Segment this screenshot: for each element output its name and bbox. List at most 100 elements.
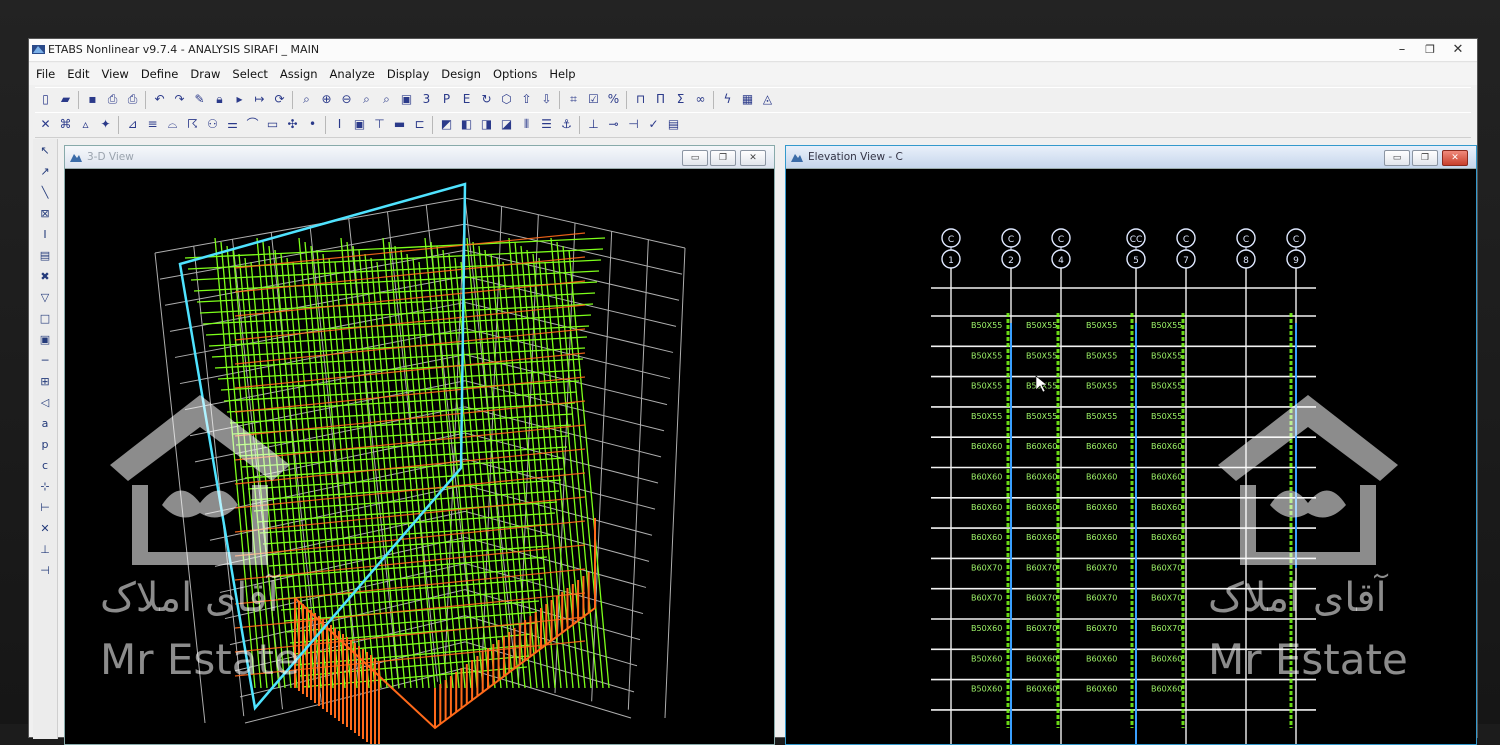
draw-line-icon[interactable]: ╲ <box>36 184 54 202</box>
snap-perpendicular-icon[interactable]: ⊥ <box>36 541 54 559</box>
draw-brace-icon[interactable]: ⊠ <box>36 205 54 223</box>
snap-icon[interactable]: ▵ <box>77 116 94 133</box>
draw-beam-icon[interactable]: ▤ <box>36 247 54 265</box>
percent-icon[interactable]: % <box>605 91 622 108</box>
composite-design-icon[interactable]: ◨ <box>478 116 495 133</box>
slab-icon[interactable]: ☰ <box>538 116 555 133</box>
section-cut-icon[interactable]: ▭ <box>264 116 281 133</box>
save-icon[interactable]: ▪ <box>84 91 101 108</box>
report-icon[interactable]: ▤ <box>665 116 682 133</box>
spandrel-icon[interactable]: Σ <box>672 91 689 108</box>
mesh-icon[interactable]: ⚓ <box>558 116 575 133</box>
lightning-icon[interactable]: ϟ <box>719 91 736 108</box>
zoom-in-icon[interactable]: ⊕ <box>318 91 335 108</box>
joist-design-icon[interactable]: ◪ <box>498 116 515 133</box>
pencil-icon[interactable]: ✎ <box>191 91 208 108</box>
zoom-previous-icon[interactable]: ⌕ <box>358 91 375 108</box>
view-3d-icon[interactable]: 3 <box>418 91 435 108</box>
beam-icon[interactable]: I <box>331 116 348 133</box>
point-icon[interactable]: • <box>304 116 321 133</box>
menu-help[interactable]: Help <box>542 63 580 81</box>
panel-3d-minimize-icon[interactable]: ▭ <box>682 150 708 166</box>
menu-analyze[interactable]: Analyze <box>323 63 380 81</box>
dimension-icon[interactable]: ⊥ <box>585 116 602 133</box>
steel-design-icon[interactable]: ◩ <box>438 116 455 133</box>
minimize-icon[interactable]: – <box>1387 42 1417 58</box>
panel-3d-close-icon[interactable]: ✕ <box>740 150 766 166</box>
select-all-icon[interactable]: a <box>36 415 54 433</box>
menu-display[interactable]: Display <box>380 63 434 81</box>
draw-area-icon[interactable]: ▽ <box>36 289 54 307</box>
concrete-design-icon[interactable]: ◧ <box>458 116 475 133</box>
close-icon[interactable]: ✕ <box>1443 42 1473 58</box>
new-file-icon[interactable]: ▯ <box>37 91 54 108</box>
undo-icon[interactable]: ↶ <box>151 91 168 108</box>
snap-points-icon[interactable]: ⊹ <box>36 478 54 496</box>
contour-icon[interactable]: ⌒ <box>244 116 261 133</box>
measure-icon[interactable]: ⊸ <box>605 116 622 133</box>
model-3d-canvas[interactable] <box>65 168 774 744</box>
move-down-icon[interactable]: ⇩ <box>538 91 555 108</box>
shear-wall-icon[interactable]: ⦀ <box>518 116 535 133</box>
mode-shape-icon[interactable]: ☈ <box>184 116 201 133</box>
run-analysis-icon[interactable]: ▸ <box>231 91 248 108</box>
menu-define[interactable]: Define <box>134 63 184 81</box>
brace-icon[interactable]: ⊤ <box>371 116 388 133</box>
draw-horizontal-icon[interactable]: ─ <box>36 352 54 370</box>
panel-3d-title-bar[interactable]: 3-D View ▭ ❐ ✕ <box>65 146 774 169</box>
print-preview-icon[interactable]: ⎙ <box>124 91 141 108</box>
open-file-icon[interactable]: ▰ <box>57 91 74 108</box>
draw-cross-icon[interactable]: ✖ <box>36 268 54 286</box>
draw-grid-icon[interactable]: ⊞ <box>36 373 54 391</box>
panel-elevation-close-icon[interactable]: ✕ <box>1442 150 1468 166</box>
title-bar[interactable]: ETABS Nonlinear v9.7.4 - ANALYSIS SIRAFI… <box>29 39 1477 62</box>
wall-icon[interactable]: ▬ <box>391 116 408 133</box>
perspective-icon[interactable]: ⬡ <box>498 91 515 108</box>
cross-section-icon[interactable]: ✕ <box>37 116 54 133</box>
reshape-icon[interactable]: ↗ <box>36 163 54 181</box>
deformed-shape-icon[interactable]: ⊿ <box>124 116 141 133</box>
label-icon[interactable]: ⊣ <box>625 116 642 133</box>
joint-icon[interactable]: ✣ <box>284 116 301 133</box>
elevation-drawing[interactable]: C 1 C 2 C 4 CC 5 C 7 C 8 C 9 B50X55 B50X55 B50X55 B50X55 B… <box>786 168 1476 744</box>
check-icon[interactable]: ✓ <box>645 116 662 133</box>
pier-icon[interactable]: Π <box>652 91 669 108</box>
zoom-all-icon[interactable]: ⌕ <box>378 91 395 108</box>
select-previous-icon[interactable]: p <box>36 436 54 454</box>
view-plan-icon[interactable]: P <box>438 91 455 108</box>
snap-options-icon[interactable]: ✦ <box>97 116 114 133</box>
snap-intersection-icon[interactable]: ✕ <box>36 520 54 538</box>
forces-icon[interactable]: ≡ <box>144 116 161 133</box>
pointer-icon[interactable]: ↦ <box>251 91 268 108</box>
menu-assign[interactable]: Assign <box>273 63 323 81</box>
draw-wall-icon[interactable]: ▣ <box>36 331 54 349</box>
redo-icon[interactable]: ↷ <box>171 91 188 108</box>
table-icon[interactable]: ▦ <box>739 91 756 108</box>
view-elevation-icon[interactable]: E <box>458 91 475 108</box>
draw-triangle-icon[interactable]: ◁ <box>36 394 54 412</box>
elevation-canvas[interactable]: C 1 C 2 C 4 CC 5 C 7 C 8 C 9 B50X55 B50X55 B50X55 B50X55 B… <box>786 168 1476 744</box>
menu-file[interactable]: File <box>29 63 60 81</box>
clear-selection-icon[interactable]: c <box>36 457 54 475</box>
refresh-icon[interactable]: ⟳ <box>271 91 288 108</box>
menu-view[interactable]: View <box>95 63 134 81</box>
panel-elevation-title-bar[interactable]: Elevation View - C ▭ ❐ ✕ <box>786 146 1476 169</box>
maximize-icon[interactable]: ❐ <box>1415 42 1445 58</box>
panel-elevation-restore-icon[interactable]: ❐ <box>1412 150 1438 166</box>
menu-options[interactable]: Options <box>486 63 542 81</box>
pan-icon[interactable]: ▣ <box>398 91 415 108</box>
structure-3d-drawing[interactable] <box>65 168 774 744</box>
menu-select[interactable]: Select <box>225 63 272 81</box>
draw-rectangle-icon[interactable]: □ <box>36 310 54 328</box>
move-up-icon[interactable]: ⇧ <box>518 91 535 108</box>
set-display-icon[interactable]: ☑ <box>585 91 602 108</box>
object-shrink-icon[interactable]: ⌗ <box>565 91 582 108</box>
design-icon[interactable]: ◬ <box>759 91 776 108</box>
rubber-band-icon[interactable]: ⌘ <box>57 116 74 133</box>
reactions-icon[interactable]: ⌓ <box>164 116 181 133</box>
panel-elevation-minimize-icon[interactable]: ▭ <box>1384 150 1410 166</box>
zoom-out-icon[interactable]: ⊖ <box>338 91 355 108</box>
print-icon[interactable]: ⎙ <box>104 91 121 108</box>
menu-draw[interactable]: Draw <box>183 63 225 81</box>
column-icon[interactable]: ▣ <box>351 116 368 133</box>
